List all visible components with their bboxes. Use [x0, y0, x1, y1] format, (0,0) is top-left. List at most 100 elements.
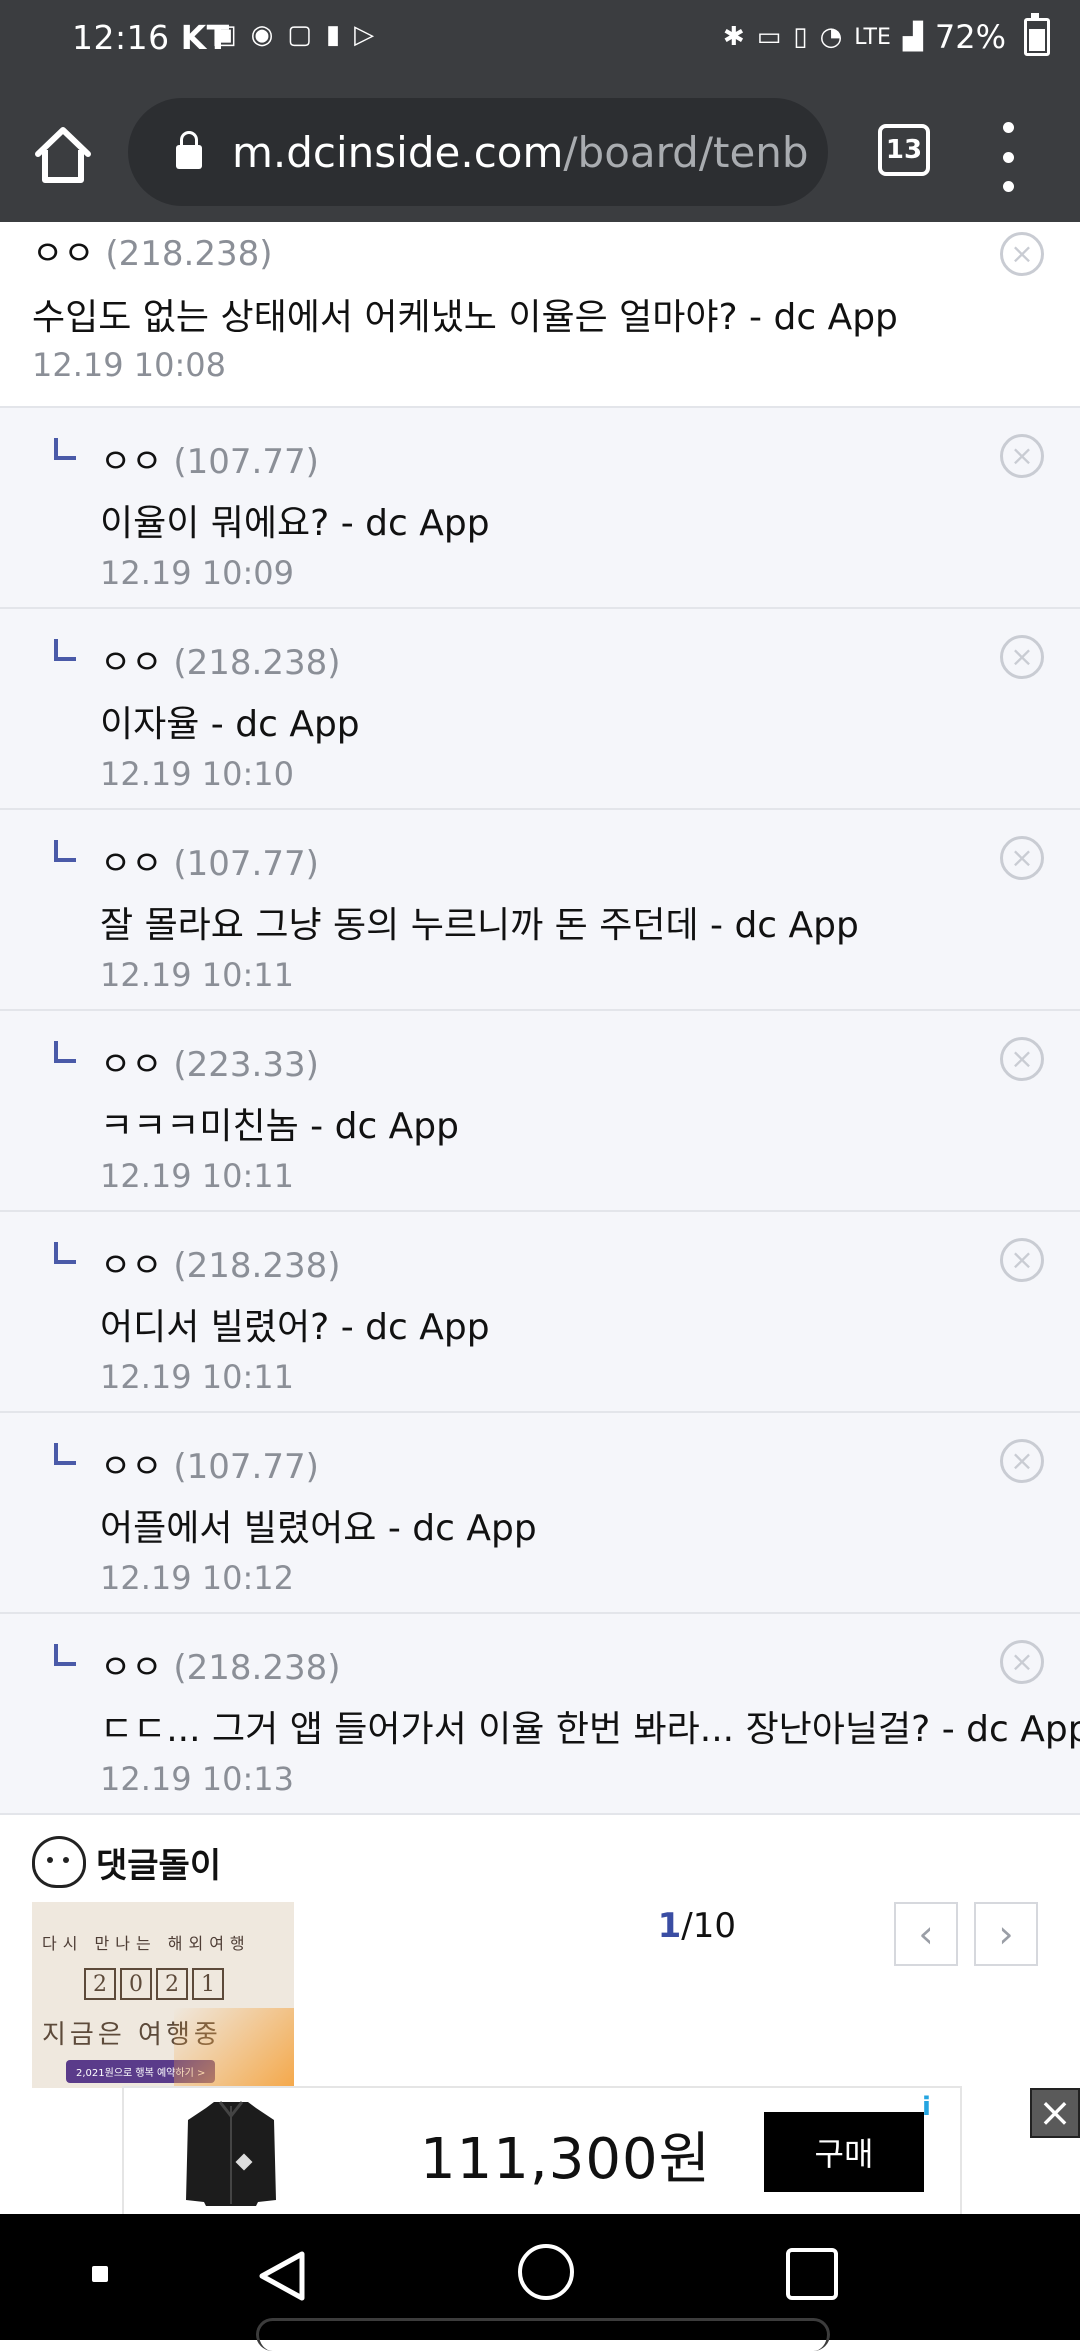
tab-switcher-button[interactable]: 13	[878, 124, 930, 176]
author-name: ㅇㅇ	[100, 643, 163, 683]
home-nav-icon[interactable]	[518, 2244, 574, 2300]
buy-button[interactable]: 구매	[764, 2112, 924, 2192]
network-type: LTE	[854, 24, 891, 50]
page-current: 1	[657, 1906, 682, 1946]
address-bar[interactable]: m.dcinside.com/board/tenb	[128, 98, 828, 206]
reply-item[interactable]: ㅇㅇ (223.33) ㅋㅋㅋ미친놈 - dc App 12.19 10:11 ×	[0, 1011, 1080, 1212]
vibrate-icon: ▯	[793, 22, 808, 52]
author-ip: (218.238)	[173, 1246, 341, 1286]
delete-comment-icon[interactable]: ×	[1000, 1640, 1044, 1684]
browser-toolbar: m.dcinside.com/board/tenb 13	[0, 82, 1080, 222]
author-ip: (107.77)	[173, 442, 319, 482]
comment-text: 수입도 없는 상태에서 어케냈노 이율은 얼마야? - dc App	[32, 297, 898, 338]
play-store-icon: ▷	[354, 20, 375, 50]
comment-author: ㅇㅇ (107.77)	[100, 434, 319, 483]
dolgul-mascot-icon	[32, 1836, 86, 1888]
comment-author: ㅇㅇ (107.77)	[100, 1439, 319, 1488]
reply-arrow-icon	[54, 840, 76, 862]
status-time: 12:16	[72, 18, 170, 57]
jacket-product-image	[186, 2101, 276, 2206]
comment-author: ㅇㅇ (218.238)	[32, 226, 273, 275]
comment-time: 12.19 10:13	[100, 1760, 294, 1798]
ad-banner[interactable]: 111,300원 구매 i	[122, 2086, 962, 2218]
delete-comment-icon[interactable]: ×	[1000, 836, 1044, 880]
comment-text: 어플에서 빌렸어요 - dc App	[100, 1508, 537, 1549]
home-icon[interactable]	[30, 122, 96, 188]
author-name: ㅇㅇ	[32, 234, 95, 274]
reply-arrow-icon	[54, 1041, 76, 1063]
dolgul-header: 댓글돌이	[32, 1836, 221, 1888]
reply-item[interactable]: ㅇㅇ (218.238) 이자율 - dc App 12.19 10:10 ×	[0, 609, 1080, 810]
url-host: m.dcinside.com	[232, 127, 564, 177]
author-ip: (218.238)	[173, 1648, 341, 1688]
reply-item[interactable]: ㅇㅇ (107.77) 잘 몰라요 그냥 동의 누르니까 돈 주던데 - dc A…	[0, 810, 1080, 1011]
system-nav-bar	[0, 2214, 1080, 2351]
ad-info-icon[interactable]: i	[922, 2092, 952, 2122]
author-name: ㅇㅇ	[100, 1447, 163, 1487]
reply-arrow-icon	[54, 639, 76, 661]
delete-comment-icon[interactable]: ×	[1000, 1037, 1044, 1081]
reply-item[interactable]: ㅇㅇ (218.238) 어디서 빌렸어? - dc App 12.19 10:11…	[0, 1212, 1080, 1413]
comment-text: ㅋㅋㅋ미친놈 - dc App	[100, 1106, 460, 1147]
next-page-button[interactable]: ›	[974, 1902, 1038, 1966]
gallery-icon: ▣	[212, 20, 237, 50]
author-ip: (218.238)	[173, 643, 341, 683]
comment-author: ㅇㅇ (218.238)	[100, 1640, 341, 1689]
delete-comment-icon[interactable]: ×	[1000, 1238, 1044, 1282]
comment-text: ㄷㄷ... 그거 앱 들어가서 이율 한번 봐라... 장난아닐걸? - dc …	[100, 1709, 1080, 1750]
delete-comment-icon[interactable]: ×	[1000, 635, 1044, 679]
alarm-icon: ◔	[819, 22, 843, 52]
system-icons: ✱ ▭ ▯ ◔ LTE ▟ 72%	[722, 13, 1050, 56]
notification-icons: ▣ ◉ ▢ ▮ ▷	[212, 20, 374, 50]
page-total: /10	[681, 1906, 736, 1946]
thumb-year: 2 0 2 1	[84, 1968, 224, 2000]
delete-comment-icon[interactable]: ×	[1000, 434, 1044, 478]
ad-price: 111,300원	[420, 2127, 712, 2192]
prev-page-button[interactable]: ‹	[894, 1902, 958, 1966]
reply-item[interactable]: ㅇㅇ (218.238) ㄷㄷ... 그거 앱 들어가서 이율 한번 봐라... …	[0, 1614, 1080, 1815]
talk-icon: ◉	[250, 20, 274, 50]
dolgul-ad-thumbnail[interactable]: 다시 만나는 해외여행 2 0 2 1 지금은 여행중 2,021원으로 행복 …	[32, 1902, 294, 2088]
ad-close-button[interactable]: ×	[1030, 2088, 1080, 2138]
author-ip: (223.33)	[173, 1045, 319, 1085]
thumb-headline: 다시 만나는 해외여행	[42, 1934, 251, 1953]
comment-time: 12.19 10:09	[100, 554, 294, 592]
reply-arrow-icon	[54, 1443, 76, 1465]
comment-text: 이율이 뭐에요? - dc App	[100, 503, 490, 544]
delete-comment-icon[interactable]: ×	[1000, 1439, 1044, 1483]
reply-arrow-icon	[54, 1242, 76, 1264]
more-menu-icon[interactable]	[996, 122, 1020, 192]
author-ip: (107.77)	[173, 844, 319, 884]
chevron-left-icon: ‹	[918, 1912, 934, 1956]
comment-list: ㅇㅇ (218.238) 수입도 없는 상태에서 어케냈노 이율은 얼마야? - …	[0, 222, 1080, 1815]
dolgul-section: 댓글돌이 다시 만나는 해외여행 2 0 2 1 지금은 여행중 2,021원으…	[0, 1818, 1080, 2088]
delete-comment-icon[interactable]: ×	[1000, 232, 1044, 276]
comment-item[interactable]: ㅇㅇ (218.238) 수입도 없는 상태에서 어케냈노 이율은 얼마야? - …	[0, 222, 1080, 408]
status-bar: 12:16 KT ▣ ◉ ▢ ▮ ▷ ✱ ▭ ▯ ◔ LTE ▟ 72%	[0, 0, 1080, 82]
gesture-handle	[256, 2318, 830, 2351]
comment-time: 12.19 10:10	[100, 755, 294, 793]
dolgul-title: 댓글돌이	[96, 1845, 222, 1886]
reply-item[interactable]: ㅇㅇ (107.77) 이율이 뭐에요? - dc App 12.19 10:09 ×	[0, 408, 1080, 609]
back-icon[interactable]	[256, 2248, 308, 2304]
reply-item[interactable]: ㅇㅇ (107.77) 어플에서 빌렸어요 - dc App 12.19 10:12…	[0, 1413, 1080, 1614]
author-ip: (218.238)	[105, 234, 273, 274]
comment-time: 12.19 10:08	[32, 346, 226, 384]
recents-icon[interactable]	[786, 2248, 838, 2300]
comment-author: ㅇㅇ (218.238)	[100, 635, 341, 684]
comment-author: ㅇㅇ (107.77)	[100, 836, 319, 885]
url-text[interactable]: m.dcinside.com/board/tenb	[232, 128, 809, 177]
url-path: /board/tenb	[563, 127, 809, 177]
comment-time: 12.19 10:11	[100, 1157, 294, 1195]
comment-author: ㅇㅇ (223.33)	[100, 1037, 319, 1086]
comment-text: 어디서 빌렸어? - dc App	[100, 1307, 490, 1348]
chevron-right-icon: ›	[998, 1912, 1014, 1956]
author-name: ㅇㅇ	[100, 844, 163, 884]
bluetooth-icon: ✱	[722, 22, 745, 52]
comment-text: 잘 몰라요 그냥 동의 누르니까 돈 주던데 - dc App	[100, 905, 859, 946]
comment-time: 12.19 10:11	[100, 956, 294, 994]
page-indicator: 1/10	[658, 1906, 736, 1946]
reply-arrow-icon	[54, 438, 76, 460]
nfc-icon: ▭	[756, 22, 782, 52]
author-name: ㅇㅇ	[100, 442, 163, 482]
